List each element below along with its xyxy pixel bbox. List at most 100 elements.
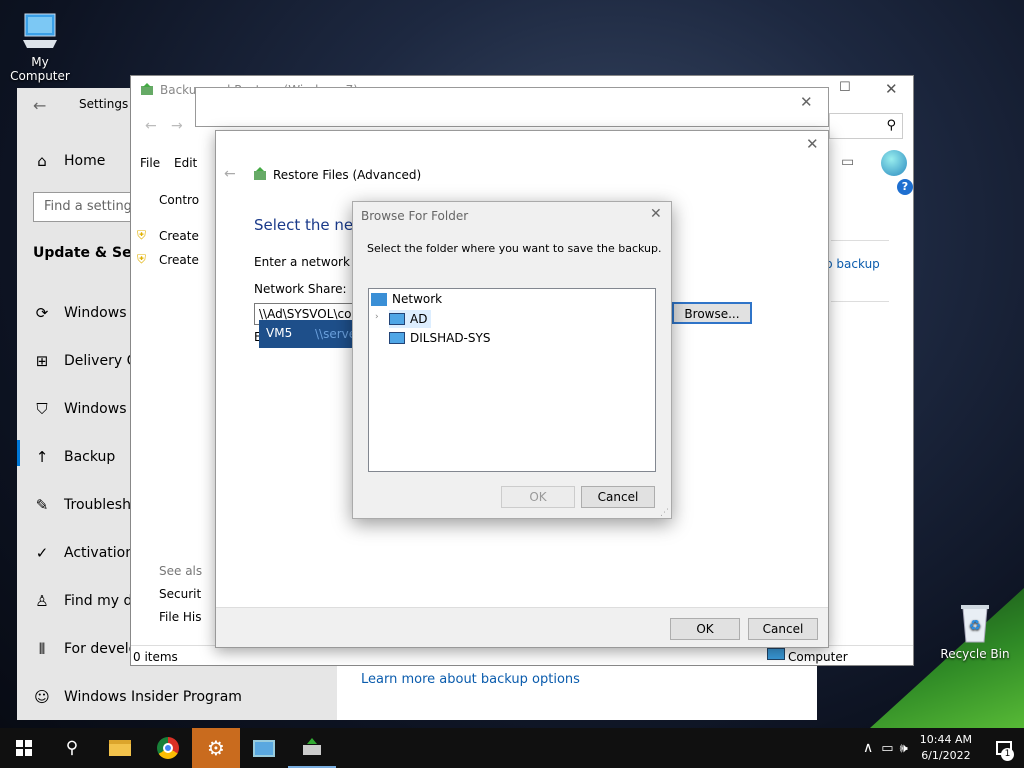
- control-panel-icon: [253, 739, 275, 757]
- close-button[interactable]: ✕: [885, 80, 898, 98]
- back-arrow-icon[interactable]: ←: [33, 96, 46, 115]
- search-box[interactable]: ⚲: [829, 113, 903, 139]
- recycle-bin-shortcut[interactable]: ♻ Recycle Bin: [940, 600, 1010, 661]
- nav-label: Troublesho: [64, 497, 140, 513]
- network-share-value: \\Ad\SYSVOL\coll: [259, 307, 359, 321]
- back-arrow-icon[interactable]: ←: [224, 166, 236, 182]
- create-link-2[interactable]: Create: [159, 253, 199, 267]
- dialog-ok-button[interactable]: OK: [501, 486, 575, 508]
- backup-arrow-icon: ↑: [35, 448, 49, 466]
- network-share-label: Network Share:: [254, 282, 347, 296]
- restore-backup-link[interactable]: p backup: [825, 257, 880, 271]
- sync-icon: ⟳: [35, 304, 49, 322]
- tree-item-network[interactable]: Network: [371, 292, 442, 306]
- file-explorer-button[interactable]: [96, 728, 144, 768]
- status-location: Computer: [788, 650, 848, 664]
- ok-button[interactable]: OK: [670, 618, 740, 640]
- nav-forward-icon[interactable]: →: [171, 118, 183, 134]
- action-center-button[interactable]: 1: [984, 728, 1024, 768]
- find-setting-input[interactable]: Find a setting: [33, 192, 143, 222]
- dialog-prompt: Select the folder where you want to save…: [367, 242, 662, 255]
- wrench-icon: ✎: [35, 496, 49, 514]
- nav-backup[interactable]: ↑ Backup: [33, 445, 116, 469]
- settings-taskbar-button[interactable]: ⚙: [192, 728, 240, 768]
- windows-logo-icon: [16, 740, 32, 756]
- tree-label: DILSHAD-SYS: [410, 331, 491, 345]
- close-button[interactable]: ✕: [650, 206, 662, 222]
- restore-footer: OK Cancel: [216, 607, 828, 647]
- computer-icon: [23, 13, 57, 48]
- nav-label: For develo: [64, 641, 138, 657]
- recycle-bin-icon: ♻: [961, 605, 989, 643]
- nav-home-label: Home: [64, 153, 106, 169]
- nav-windows-security[interactable]: ⛉ Windows S: [33, 397, 139, 421]
- file-history-link[interactable]: File His: [159, 610, 202, 624]
- nav-for-developers[interactable]: ⫴ For develo: [33, 637, 137, 661]
- restore-files-title: Restore Files (Advanced): [273, 168, 422, 182]
- settings-title: Settings: [79, 97, 129, 111]
- resize-grip-icon[interactable]: ⋰: [660, 508, 669, 518]
- learn-more-link[interactable]: Learn more about backup options: [361, 672, 580, 687]
- clock-time: 10:44 AM: [919, 733, 972, 746]
- my-computer-label: My Computer: [10, 55, 70, 83]
- nav-windows-insider[interactable]: ☺ Windows Insider Program: [33, 685, 242, 709]
- security-link[interactable]: Securit: [159, 587, 201, 601]
- folder-tree[interactable]: Network › AD DILSHAD-SYS: [368, 288, 656, 472]
- maximize-button[interactable]: ☐: [839, 80, 851, 95]
- divider: [831, 301, 889, 302]
- status-items: 0 items: [133, 650, 178, 664]
- autocomplete-item[interactable]: VM5: [266, 326, 292, 340]
- nav-label: Windows Insider Program: [64, 689, 242, 705]
- globe-icon[interactable]: [881, 150, 907, 176]
- nav-windows-update[interactable]: ⟳ Windows U: [33, 301, 142, 325]
- tree-item-dilshad-sys[interactable]: DILSHAD-SYS: [389, 331, 490, 345]
- nav-home[interactable]: ⌂ Home: [33, 149, 105, 173]
- gear-icon: ⚙: [207, 736, 225, 760]
- show-hidden-icons-chevron[interactable]: ∧: [863, 740, 873, 756]
- create-link-1[interactable]: Create: [159, 229, 199, 243]
- notification-count: 1: [1001, 748, 1014, 761]
- computer-small-icon: [767, 648, 785, 660]
- nav-activation[interactable]: ✓ Activation: [33, 541, 134, 565]
- my-computer-shortcut[interactable]: My Computer: [2, 10, 78, 83]
- see-also-heading: See als: [159, 564, 203, 578]
- nav-label: Activation: [64, 545, 135, 561]
- nav-troubleshoot[interactable]: ✎ Troublesho: [33, 493, 140, 517]
- browse-for-folder-dialog: Browse For Folder ✕ Select the folder wh…: [352, 201, 672, 519]
- search-button[interactable]: ⚲: [48, 728, 96, 768]
- expand-chevron-icon[interactable]: ›: [375, 312, 379, 322]
- chrome-icon: [157, 737, 179, 759]
- volume-icon[interactable]: 🕪: [900, 741, 908, 756]
- uac-shield-icon: ⛨: [137, 252, 147, 266]
- cancel-button[interactable]: Cancel: [748, 618, 818, 640]
- dialog-cancel-button[interactable]: Cancel: [581, 486, 655, 508]
- check-circle-icon: ✓: [35, 544, 49, 562]
- nav-back-icon[interactable]: ←: [145, 118, 157, 134]
- folder-icon: [109, 740, 131, 756]
- start-button[interactable]: [0, 728, 48, 768]
- nav-find-my-device[interactable]: ♙ Find my de: [33, 589, 141, 613]
- network-tray-icon[interactable]: ▭: [881, 741, 893, 756]
- control-panel-taskbar-button[interactable]: [240, 728, 288, 768]
- status-bar: 0 items Computer: [131, 645, 913, 665]
- tree-label: AD: [410, 312, 428, 326]
- close-button[interactable]: ✕: [800, 93, 813, 111]
- svg-text:♻: ♻: [969, 618, 982, 634]
- nav-label: Backup: [64, 449, 116, 465]
- network-icon[interactable]: ▭: [841, 154, 854, 170]
- close-button[interactable]: ✕: [806, 135, 819, 153]
- backup-taskbar-button[interactable]: [288, 728, 336, 768]
- clock[interactable]: 10:44 AM 6/1/2022: [920, 732, 972, 764]
- browse-button[interactable]: Browse...: [672, 302, 752, 324]
- help-icon[interactable]: ?: [897, 179, 913, 195]
- person-icon: ♙: [35, 592, 49, 610]
- chrome-button[interactable]: [144, 728, 192, 768]
- clock-date: 6/1/2022: [921, 749, 971, 762]
- menu-file[interactable]: File: [140, 156, 160, 170]
- tree-item-ad[interactable]: AD: [389, 310, 432, 328]
- find-setting-placeholder: Find a setting: [44, 199, 132, 214]
- menu-edit[interactable]: Edit: [174, 156, 197, 170]
- restore-files-window-back: ✕: [195, 87, 829, 127]
- insider-cat-icon: ☺: [34, 688, 50, 706]
- control-panel-link[interactable]: Contro: [159, 193, 199, 207]
